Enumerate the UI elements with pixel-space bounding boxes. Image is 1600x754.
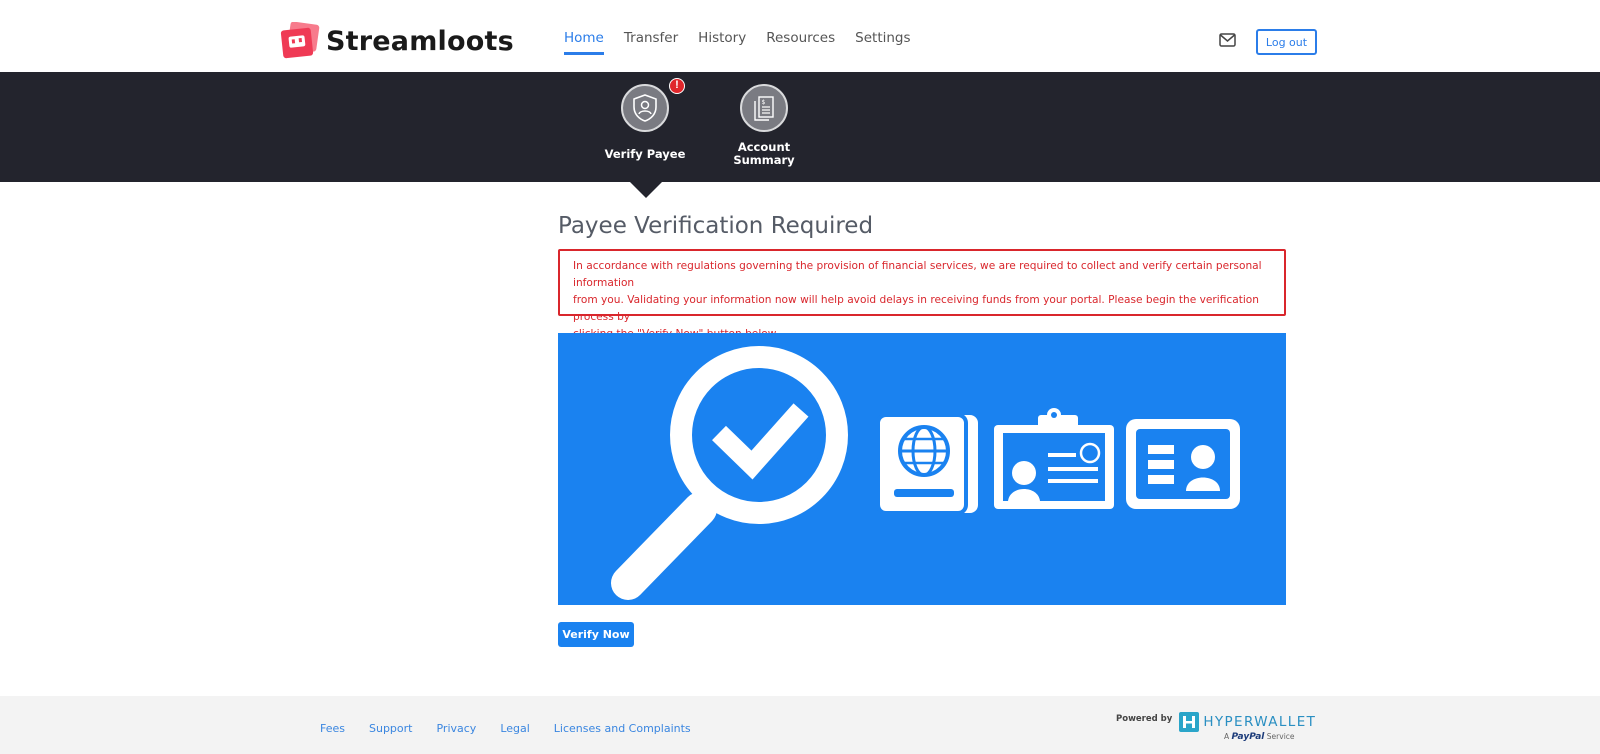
- verification-hero-image: [558, 333, 1286, 605]
- verification-notice: In accordance with regulations governing…: [558, 249, 1286, 340]
- alert-badge-icon: !: [669, 78, 685, 94]
- footer-link-privacy[interactable]: Privacy: [436, 722, 476, 735]
- step-label-line1: Account: [737, 140, 791, 154]
- step-label-line2: Summary: [733, 153, 795, 167]
- powered-by-label: Powered by: [1116, 714, 1173, 724]
- active-step-pointer: [630, 182, 662, 198]
- nav-history[interactable]: History: [698, 30, 746, 55]
- nav-transfer[interactable]: Transfer: [624, 30, 678, 55]
- notice-line: In accordance with regulations governing…: [573, 260, 1262, 289]
- provider-name: HYPERWALLET: [1203, 714, 1317, 730]
- page-title: Payee Verification Required: [558, 213, 874, 239]
- footer-links: Fees Support Privacy Legal Licenses and …: [320, 722, 715, 735]
- document-icon: $: [754, 96, 774, 121]
- footer-link-legal[interactable]: Legal: [500, 722, 529, 735]
- step-verify-payee[interactable]: ! Verify Payee: [600, 78, 690, 161]
- verify-now-button[interactable]: Verify Now: [558, 622, 634, 647]
- paypal-suffix: Service: [1266, 732, 1295, 741]
- step-circle: !: [621, 78, 685, 132]
- footer-link-licenses[interactable]: Licenses and Complaints: [554, 722, 691, 735]
- step-circle: $: [740, 84, 788, 132]
- footer: Fees Support Privacy Legal Licenses and …: [0, 696, 1600, 754]
- step-account-summary[interactable]: $ Account Summary: [719, 84, 809, 167]
- footer-link-fees[interactable]: Fees: [320, 722, 345, 735]
- id-badge-icon: [994, 408, 1114, 509]
- nav-home[interactable]: Home: [564, 30, 604, 55]
- brand-name: Streamloots: [326, 25, 514, 57]
- nav-resources[interactable]: Resources: [766, 30, 835, 55]
- top-header: Streamloots Home Transfer History Resour…: [0, 0, 1600, 72]
- paypal-service-label: A PayPal Service: [1224, 732, 1295, 742]
- verification-illustration: [611, 346, 1240, 600]
- id-card-icon: [1126, 419, 1240, 509]
- passport-icon: [876, 413, 978, 515]
- notice-line: from you. Validating your information no…: [573, 294, 1259, 323]
- brand-logo[interactable]: Streamloots: [280, 22, 514, 60]
- step-label: Verify Payee: [604, 147, 686, 161]
- steps-bar: ! Verify Payee $ Account Summary: [0, 72, 1600, 182]
- footer-link-support[interactable]: Support: [369, 722, 412, 735]
- main-nav: Home Transfer History Resources Settings: [564, 30, 931, 55]
- logout-button[interactable]: Log out: [1256, 29, 1317, 55]
- magnifier-check-icon: [611, 346, 848, 600]
- shield-user-icon: [633, 94, 657, 122]
- paypal-prefix: A: [1224, 732, 1230, 741]
- svg-text:$: $: [762, 99, 766, 106]
- step-label: Account Summary: [719, 141, 809, 167]
- nav-settings[interactable]: Settings: [855, 30, 910, 55]
- paypal-brand: PayPal: [1231, 732, 1265, 742]
- mail-icon[interactable]: [1219, 33, 1236, 47]
- streamloots-logo-icon: [280, 22, 320, 59]
- powered-by-hyperwallet[interactable]: Powered by HYPERWALLET: [1116, 712, 1316, 732]
- hyperwallet-logo-icon: [1179, 712, 1200, 732]
